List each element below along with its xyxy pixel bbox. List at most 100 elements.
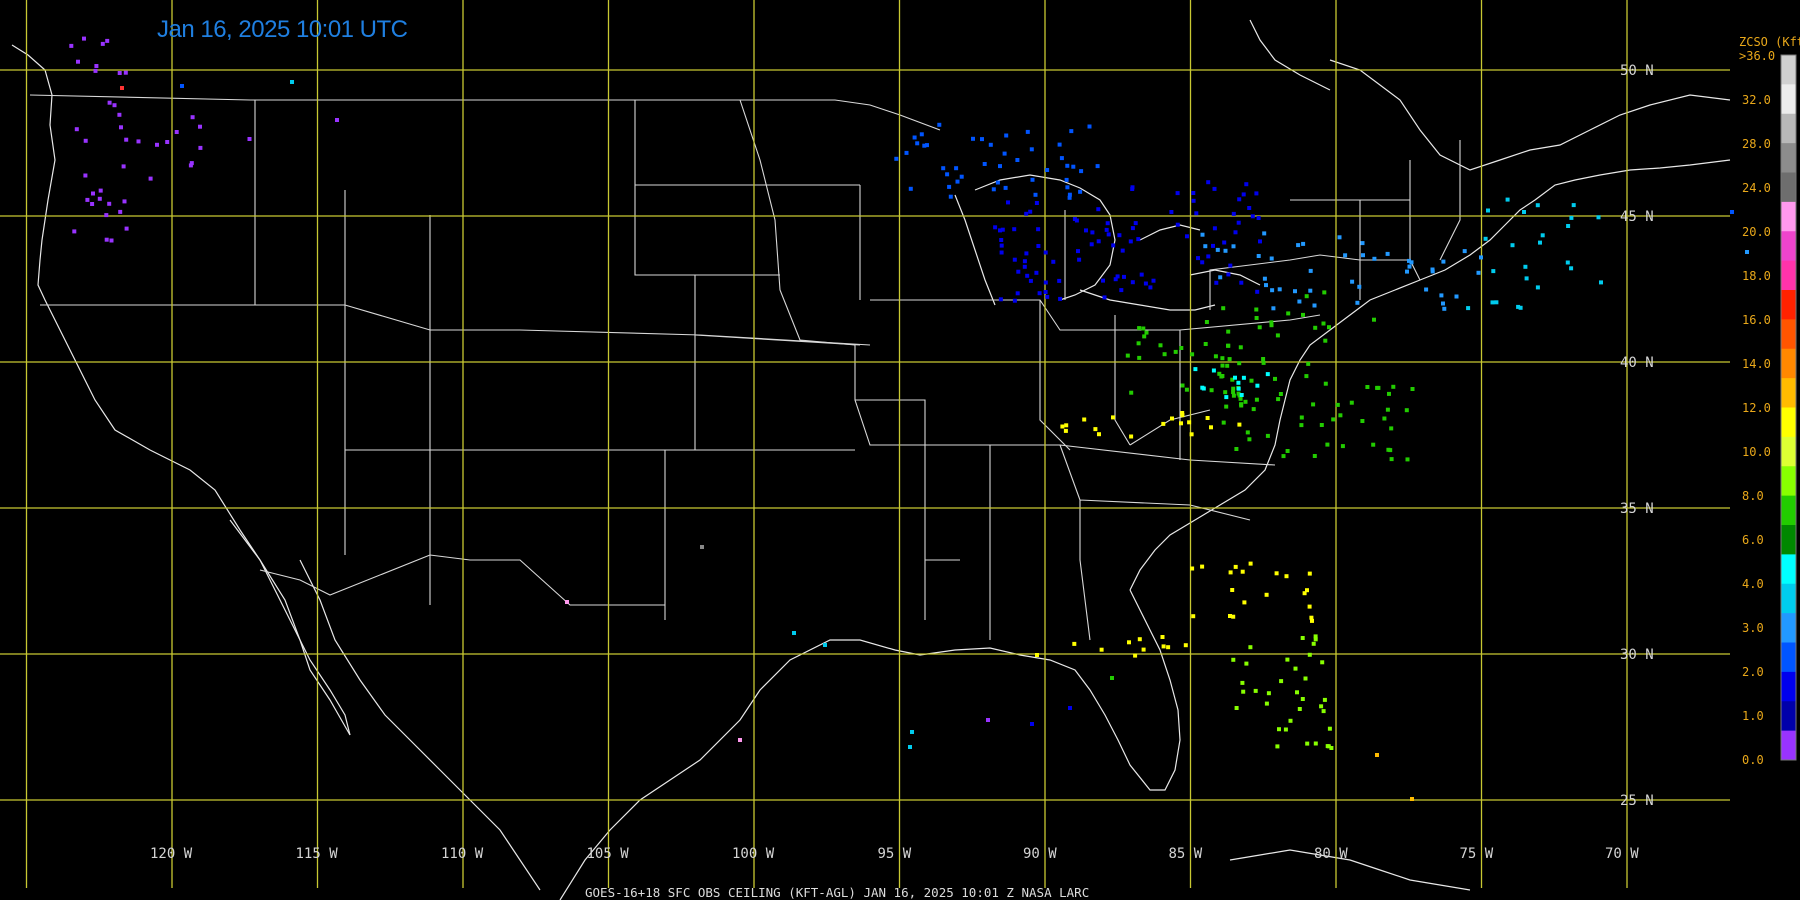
station-marker [1224,404,1229,409]
station-marker [1297,707,1302,711]
station-marker [1191,614,1196,619]
station-marker [1037,291,1042,296]
station-marker [1254,316,1259,320]
colorbar-swatch [1781,671,1796,702]
station-marker [1566,224,1571,228]
station-marker [1385,251,1390,256]
colorbar-swatch [1781,525,1796,555]
station-marker [1030,722,1034,726]
station-marker [1307,604,1312,609]
station-marker [1104,227,1109,232]
station-marker [1361,253,1365,258]
station-marker [1238,345,1243,350]
station-marker [1249,378,1254,383]
station-marker [1476,270,1481,275]
station-marker [1441,259,1446,264]
station-marker [1228,570,1233,575]
station-marker [1599,280,1603,285]
station-marker [1111,415,1115,420]
station-marker [155,142,159,147]
station-marker [1230,588,1235,592]
station-marker [1139,272,1144,277]
station-marker [93,68,98,73]
station-marker [998,164,1002,169]
station-marker [335,118,339,122]
station-marker [1284,574,1289,579]
station-marker [1035,653,1039,657]
station-marker [1162,352,1167,357]
station-marker [1203,244,1208,249]
colorbar-swatch [1781,290,1796,320]
station-marker [1253,688,1258,693]
station-marker [1296,243,1301,248]
station-marker [1375,753,1379,757]
station-marker [1322,697,1327,702]
station-marker [1231,390,1236,394]
station-marker [1313,325,1318,330]
station-marker [910,730,914,734]
station-marker [1224,395,1229,400]
station-marker [1331,417,1336,422]
station-marker [1225,363,1230,368]
station-marker [955,179,960,184]
station-marker [1079,169,1084,174]
station-marker [1169,210,1174,214]
station-marker [94,64,99,68]
station-marker [1264,283,1268,288]
station-marker [1170,416,1174,421]
station-marker [1285,449,1290,453]
station-marker [959,174,964,179]
station-marker [1034,270,1039,275]
station-marker [136,139,141,144]
station-marker [1214,280,1219,285]
station-marker [165,140,170,144]
station-marker [91,191,95,196]
station-marker [919,132,924,137]
station-marker [1069,129,1074,134]
station-marker [1273,376,1277,381]
station-marker [174,130,179,134]
station-marker [123,70,128,75]
station-marker [1084,228,1088,233]
station-marker [1129,434,1134,439]
station-marker [1335,402,1340,407]
station-marker [1321,709,1326,714]
longitude-label: 120 W [150,846,193,862]
station-marker [1057,278,1062,283]
station-marker [120,86,124,90]
station-marker [98,188,103,193]
colorbar-label: 6.0 [1742,533,1764,547]
longitude-label: 100 W [732,846,775,862]
station-marker [1065,185,1070,190]
station-marker [1036,227,1041,232]
station-marker [1093,427,1098,432]
station-marker [1311,641,1316,646]
station-marker [1304,374,1309,379]
station-marker [1454,294,1459,299]
station-marker [1237,361,1242,366]
station-marker [904,150,909,155]
station-marker [1218,275,1223,280]
station-marker [1166,645,1171,650]
station-marker [1206,180,1211,185]
colorbar-swatch [1781,466,1796,497]
station-marker [76,59,80,64]
latitude-label: 30 N [1620,647,1654,663]
station-marker [1365,385,1370,389]
footer-caption: GOES-16+18 SFC OBS CEILING (KFT-AGL) JAN… [585,885,1089,900]
station-marker [993,225,998,230]
station-marker [1270,288,1275,293]
station-marker [1275,744,1280,749]
station-marker [1205,416,1210,420]
station-marker [998,297,1003,302]
station-marker [792,631,796,635]
station-marker [1283,727,1288,732]
station-marker [1241,689,1246,694]
station-marker [1524,276,1529,281]
station-marker [1410,797,1414,801]
station-marker [1322,290,1327,295]
station-marker [1022,259,1027,264]
station-marker [1144,330,1149,335]
station-marker [1350,279,1355,284]
station-marker [1323,381,1328,386]
